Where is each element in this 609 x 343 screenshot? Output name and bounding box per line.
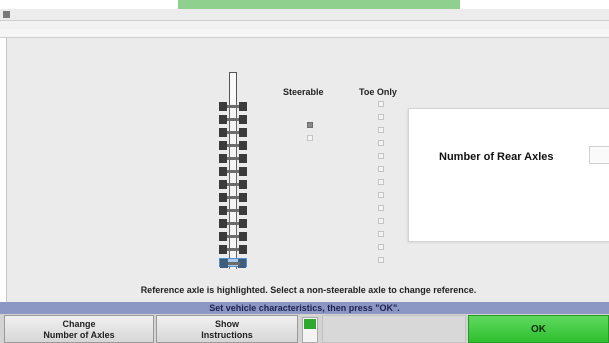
toe-only-checkbox[interactable] (378, 192, 384, 198)
blank-button[interactable] (322, 315, 466, 343)
left-wheel (219, 128, 227, 137)
axle-bar (227, 105, 239, 108)
axle-row[interactable] (219, 219, 247, 228)
axle-bar (227, 118, 239, 121)
left-wheel (219, 245, 227, 254)
left-wheel (219, 115, 227, 124)
right-wheel (239, 141, 247, 150)
title-bar (0, 9, 609, 21)
axle-row[interactable] (219, 206, 247, 215)
vehicle-front-mast (229, 72, 237, 106)
axle-bar (227, 170, 239, 173)
axle-bar (228, 262, 240, 265)
rear-axles-label: Number of Rear Axles (439, 151, 554, 163)
axle-row[interactable] (219, 180, 247, 189)
axle-row[interactable] (219, 115, 247, 124)
right-wheel (239, 206, 247, 215)
axle-diagram (215, 72, 251, 282)
left-wheel (219, 206, 227, 215)
left-wheel (219, 219, 227, 228)
change-axles-line1: Change (62, 319, 96, 329)
ok-button[interactable]: OK (468, 315, 609, 343)
status-indicator (302, 317, 318, 343)
toe-only-checkbox[interactable] (378, 101, 384, 107)
show-instructions-button[interactable]: Show Instructions (156, 315, 298, 343)
axle-bar (227, 131, 239, 134)
axle-bar (227, 222, 239, 225)
steerable-checkbox[interactable] (307, 135, 313, 141)
axle-row[interactable] (219, 154, 247, 163)
right-wheel (239, 154, 247, 163)
toe-only-checkbox[interactable] (378, 205, 384, 211)
toe-only-checkbox[interactable] (378, 257, 384, 263)
sub-bar (0, 29, 609, 38)
toe-only-checkbox[interactable] (378, 114, 384, 120)
toe-only-checkbox[interactable] (378, 231, 384, 237)
rear-axles-panel: Number of Rear Axles (408, 108, 609, 242)
left-wheel (219, 102, 227, 111)
toe-only-checkbox[interactable] (378, 153, 384, 159)
left-wheel (220, 259, 228, 268)
vehicle-setup-area: Steerable Toe Only Number of Rear Axles … (6, 38, 609, 302)
left-wheel (219, 141, 227, 150)
left-wheel (219, 154, 227, 163)
right-wheel (239, 193, 247, 202)
right-wheel (239, 232, 247, 241)
axle-row[interactable] (219, 193, 247, 202)
status-indicator-fill (304, 319, 316, 329)
show-instructions-line1: Show (215, 319, 239, 329)
axle-bar (227, 209, 239, 212)
right-wheel (239, 128, 247, 137)
reference-hint: Reference axle is highlighted. Select a … (140, 285, 477, 295)
axle-row[interactable] (219, 232, 247, 241)
axle-bar (227, 157, 239, 160)
axle-bar (227, 196, 239, 199)
axle-row[interactable] (219, 258, 247, 268)
status-text: Set vehicle characteristics, then press … (209, 303, 400, 313)
show-instructions-line2: Instructions (201, 330, 253, 340)
toe-only-checkbox[interactable] (378, 179, 384, 185)
top-banner (178, 0, 460, 9)
left-wheel (219, 232, 227, 241)
toe-only-checkbox[interactable] (378, 244, 384, 250)
right-wheel (239, 180, 247, 189)
change-axles-button[interactable]: Change Number of Axles (4, 315, 154, 343)
toe-only-checkbox[interactable] (378, 140, 384, 146)
axle-bar (227, 248, 239, 251)
button-bar: Change Number of Axles Show Instructions… (0, 314, 609, 343)
right-wheel (239, 102, 247, 111)
steerable-checkbox[interactable] (307, 122, 313, 128)
toe-only-checkbox[interactable] (378, 127, 384, 133)
menu-bar (0, 21, 609, 29)
right-wheel (239, 245, 247, 254)
status-bar: Set vehicle characteristics, then press … (0, 302, 609, 314)
axle-row[interactable] (219, 102, 247, 111)
right-wheel (239, 115, 247, 124)
axle-bar (227, 144, 239, 147)
toe-only-header: Toe Only (359, 87, 397, 97)
left-wheel (219, 180, 227, 189)
left-wheel (219, 193, 227, 202)
steerable-header: Steerable (283, 87, 324, 97)
change-axles-line2: Number of Axles (43, 330, 115, 340)
axle-bar (227, 235, 239, 238)
app-icon (3, 11, 10, 18)
axle-row[interactable] (219, 128, 247, 137)
toe-only-checkbox[interactable] (378, 166, 384, 172)
axle-bar (227, 183, 239, 186)
axle-row[interactable] (219, 167, 247, 176)
axle-row[interactable] (219, 245, 247, 254)
rear-axles-input[interactable] (589, 146, 609, 164)
right-wheel (239, 167, 247, 176)
axle-row[interactable] (219, 141, 247, 150)
toe-only-checkbox[interactable] (378, 218, 384, 224)
right-wheel (239, 219, 247, 228)
left-wheel (219, 167, 227, 176)
